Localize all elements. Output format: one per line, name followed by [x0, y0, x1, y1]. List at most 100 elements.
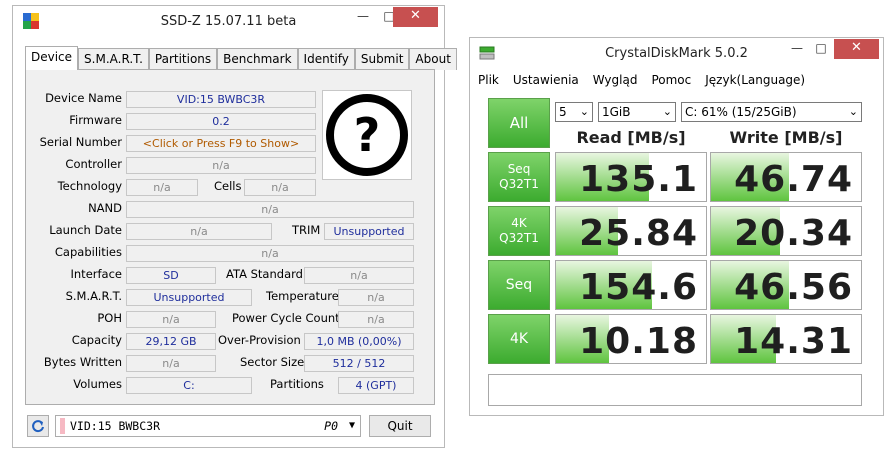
cdm-window: CrystalDiskMark 5.0.2 — □ ✕ Plik Ustawie…	[469, 37, 884, 416]
serial-number-label: Serial Number	[39, 135, 122, 149]
cells-value: n/a	[244, 179, 316, 196]
smart-label: S.M.A.R.T.	[65, 289, 122, 303]
cdm-menubar: Plik Ustawienia Wygląd Pomoc Język(Langu…	[478, 73, 805, 87]
interface-value: SD	[126, 267, 216, 284]
trim-value: Unsupported	[324, 223, 414, 240]
close-button[interactable]: ✕	[393, 7, 438, 27]
row-label-line1: 4K	[509, 330, 529, 347]
interface-label: Interface	[70, 267, 123, 281]
device-name-value: VID:15 BWBC3R	[126, 91, 316, 108]
question-mark-icon: ?	[326, 94, 408, 176]
controller-label: Controller	[65, 157, 122, 171]
quit-button[interactable]: Quit	[369, 415, 431, 437]
ssdz-bottom-bar: VID:15 BWBC3R P0 ▼ Quit	[21, 412, 437, 438]
menu-theme[interactable]: Wygląd	[593, 73, 638, 87]
device-color-swatch	[60, 418, 65, 434]
tab-about[interactable]: About	[409, 48, 457, 70]
size-select[interactable]: 1GiB ⌄	[598, 102, 676, 122]
result-value: 25.84	[579, 213, 698, 254]
size-value: 1GiB	[602, 105, 631, 119]
device-selector-port: P0	[324, 419, 338, 433]
serial-number-value[interactable]: <Click or Press F9 to Show>	[126, 135, 316, 152]
result-value: 14.31	[734, 321, 853, 362]
menu-settings[interactable]: Ustawienia	[513, 73, 579, 87]
result-value: 135.1	[579, 159, 698, 200]
menu-file[interactable]: Plik	[478, 73, 499, 87]
chevron-down-icon: ▼	[348, 420, 355, 431]
ata-standard-label: ATA Standard	[226, 267, 303, 281]
tab-smart[interactable]: S.M.A.R.T.	[78, 48, 149, 70]
device-selector[interactable]: VID:15 BWBC3R P0 ▼	[55, 415, 361, 437]
tab-device[interactable]: Device	[25, 46, 79, 70]
4k-q32t1-button[interactable]: 4K Q32T1	[488, 206, 550, 256]
over-provision-value: 1,0 MB (0,00%)	[304, 333, 414, 350]
volumes-value: C:	[126, 377, 252, 394]
smart-value: Unsupported	[126, 289, 252, 306]
bytes-written-value: n/a	[126, 355, 216, 372]
technology-label: Technology	[57, 179, 122, 193]
4k-button[interactable]: 4K	[488, 314, 550, 364]
chevron-down-icon: ⌄	[848, 105, 858, 118]
row-label-line1: Seq	[507, 162, 531, 176]
menu-language[interactable]: Język(Language)	[705, 73, 805, 87]
seq-q32t1-button[interactable]: Seq Q32T1	[488, 152, 550, 202]
chevron-down-icon: ⌄	[662, 105, 672, 118]
result-value: 46.56	[734, 267, 853, 308]
count-select[interactable]: 5 ⌄	[555, 102, 593, 122]
device-name-label: Device Name	[45, 91, 122, 105]
poh-label: POH	[97, 311, 122, 325]
temperature-value: n/a	[338, 289, 414, 306]
sector-size-value: 512 / 512	[304, 355, 414, 372]
comment-field[interactable]	[488, 374, 862, 406]
tab-submit[interactable]: Submit	[354, 48, 410, 70]
row-label-line2: Q32T1	[499, 177, 539, 191]
svg-text:?: ?	[354, 108, 381, 162]
capacity-label: Capacity	[71, 333, 122, 347]
device-selector-name: VID:15 BWBC3R	[70, 419, 161, 433]
seq-button[interactable]: Seq	[488, 260, 550, 310]
controller-value: n/a	[126, 157, 316, 174]
cells-label: Cells	[214, 179, 242, 193]
chevron-down-icon: ⌄	[579, 105, 589, 118]
ssdz-titlebar[interactable]: SSD-Z 15.07.11 beta — □ ✕	[13, 6, 444, 36]
power-cycle-count-label: Power Cycle Count	[232, 311, 340, 325]
volumes-label: Volumes	[73, 377, 122, 391]
power-cycle-count-value: n/a	[338, 311, 414, 328]
temperature-label: Temperature	[266, 289, 339, 303]
result-value: 46.74	[734, 159, 853, 200]
device-image: ?	[322, 90, 412, 180]
launch-date-label: Launch Date	[49, 223, 122, 237]
write-result: 14.31	[710, 314, 862, 364]
nand-label: NAND	[88, 201, 122, 215]
write-result: 46.56	[710, 260, 862, 310]
menu-help[interactable]: Pomoc	[651, 73, 691, 87]
ssdz-tabbar: Device S.M.A.R.T. Partitions Benchmark I…	[25, 46, 457, 70]
partitions-label: Partitions	[270, 377, 324, 391]
result-value: 154.6	[579, 267, 698, 308]
row-label-line1: 4K	[511, 216, 527, 230]
row-label-line2: Q32T1	[499, 231, 539, 245]
drive-value: C: 61% (15/25GiB)	[685, 105, 797, 119]
capabilities-label: Capabilities	[54, 245, 122, 259]
all-button[interactable]: All	[488, 98, 550, 148]
drive-select[interactable]: C: 61% (15/25GiB) ⌄	[681, 102, 862, 122]
read-result: 135.1	[555, 152, 707, 202]
close-button[interactable]: ✕	[834, 39, 879, 59]
refresh-button[interactable]	[27, 415, 49, 437]
tab-identify[interactable]: Identify	[297, 48, 355, 70]
partitions-value: 4 (GPT)	[338, 377, 414, 394]
device-panel: Device Name VID:15 BWBC3R Firmware 0.2 S…	[25, 69, 435, 405]
write-result: 20.34	[710, 206, 862, 256]
maximize-button[interactable]: □	[808, 39, 834, 59]
firmware-value: 0.2	[126, 113, 316, 130]
capacity-value: 29,12 GB	[126, 333, 216, 350]
over-provision-label: Over-Provision	[218, 333, 301, 347]
minimize-button[interactable]: —	[784, 39, 810, 59]
minimize-button[interactable]: —	[350, 7, 376, 27]
trim-label: TRIM	[292, 223, 321, 237]
ata-standard-value: n/a	[304, 267, 414, 284]
cdm-titlebar[interactable]: CrystalDiskMark 5.0.2 — □ ✕	[470, 38, 883, 68]
tab-benchmark[interactable]: Benchmark	[217, 48, 298, 70]
tab-partitions[interactable]: Partitions	[148, 48, 218, 70]
refresh-icon	[32, 420, 44, 433]
